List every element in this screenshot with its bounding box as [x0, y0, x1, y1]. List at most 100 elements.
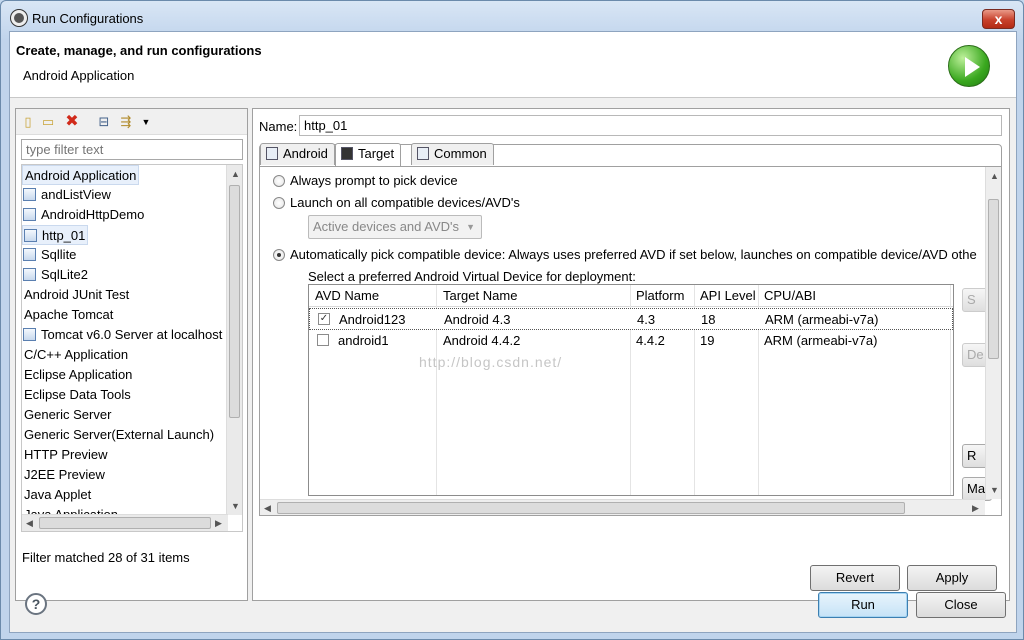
chevron-down-icon[interactable]: ▼ — [138, 114, 154, 130]
android-config-icon — [23, 188, 36, 201]
filter-config-icon[interactable]: ⇶ — [118, 114, 134, 130]
radio-launch-all[interactable] — [273, 197, 285, 209]
tab-horizontal-scrollbar[interactable]: ◀ ▶ — [260, 499, 985, 515]
cell-name: android1 — [338, 333, 389, 348]
help-icon[interactable]: ? — [25, 593, 47, 615]
name-input[interactable]: http_01 — [299, 115, 1002, 136]
scroll-up-icon[interactable]: ▲ — [990, 171, 999, 181]
title-bar: Run Configurations x — [1, 1, 1023, 31]
filter-input[interactable] — [21, 139, 243, 160]
android-config-icon — [23, 248, 36, 261]
run-configurations-window: Run Configurations x Create, manage, and… — [0, 0, 1024, 640]
tree-item[interactable]: Eclipse Application — [22, 365, 132, 385]
tree-item[interactable]: andListView — [22, 185, 111, 205]
target-tab-content: Always prompt to pick device Launch on a… — [260, 166, 1001, 515]
android-config-icon — [23, 328, 36, 341]
tree-item-label: Generic Server(External Launch) — [24, 427, 215, 442]
table-row[interactable]: ✓ Android123 Android 4.3 4.3 18 ARM (armeabi-… — [309, 308, 953, 330]
dialog-client: Create, manage, and run configurations A… — [9, 31, 1017, 633]
tree-item-label: Apache Tomcat — [24, 307, 114, 322]
tree-vscroll-thumb[interactable] — [229, 185, 240, 418]
collapse-all-icon[interactable]: ⊟ — [96, 114, 112, 130]
tree-item[interactable]: C/C++ Application — [22, 345, 128, 365]
avd-checkbox[interactable] — [317, 334, 329, 346]
scroll-left-icon[interactable]: ◀ — [26, 518, 33, 529]
tree-item[interactable]: Tomcat v6.0 Server at localhost — [22, 325, 222, 345]
chevron-down-icon: ▼ — [466, 222, 475, 232]
table-row[interactable]: android1 Android 4.4.2 4.4.2 19 ARM (armeabi… — [309, 330, 953, 352]
scroll-down-icon[interactable]: ▼ — [990, 485, 999, 495]
tree-item[interactable]: J2EE Preview — [22, 465, 105, 485]
tree-item[interactable]: Android JUnit Test — [22, 285, 129, 305]
devices-combo: Active devices and AVD's ▼ — [308, 215, 482, 239]
tree-item-label: Sqllite — [41, 247, 77, 262]
tab-hscroll-thumb[interactable] — [277, 502, 905, 514]
scroll-up-icon[interactable]: ▲ — [231, 169, 240, 179]
col-api-level[interactable]: API Level — [700, 288, 756, 303]
tab-target-label: Target — [358, 146, 395, 161]
tree-item-label: HTTP Preview — [24, 447, 108, 462]
tab-common[interactable]: Common — [411, 143, 494, 165]
devices-combo-value: Active devices and AVD's — [313, 219, 460, 234]
col-platform[interactable]: Platform — [636, 288, 684, 303]
tree-item-label: Android Application — [25, 168, 137, 183]
run-button[interactable]: Run — [818, 592, 908, 618]
configuration-tree: Android Application andListView AndroidHtt… — [21, 164, 243, 532]
cell-target: Android 4.3 — [444, 312, 511, 327]
tree-item[interactable]: AndroidHttpDemo — [22, 205, 144, 225]
android-config-icon — [23, 268, 36, 281]
run-icon — [948, 45, 990, 87]
scroll-right-icon[interactable]: ▶ — [972, 503, 979, 514]
tree-item-label: Generic Server — [24, 407, 112, 422]
tree-item[interactable]: SqlLite2 — [22, 265, 88, 285]
scroll-right-icon[interactable]: ▶ — [215, 518, 222, 529]
tree-item[interactable]: Apache Tomcat — [22, 305, 113, 325]
delete-config-icon[interactable]: ✖ — [64, 114, 80, 130]
tree-item[interactable]: Java Applet — [22, 485, 91, 505]
tab-android[interactable]: Android — [260, 143, 335, 165]
dialog-title: Create, manage, and run configurations — [16, 43, 262, 58]
tree-item[interactable]: Android Application — [22, 165, 140, 185]
duplicate-config-icon[interactable]: ▭ — [40, 114, 56, 130]
revert-button[interactable]: Revert — [810, 565, 900, 591]
radio-auto-pick[interactable] — [273, 249, 285, 261]
window-close-button[interactable]: x — [982, 9, 1015, 29]
tree-horizontal-scrollbar[interactable]: ◀ ▶ — [22, 514, 228, 531]
scroll-left-icon[interactable]: ◀ — [264, 503, 271, 514]
col-cpu-abi[interactable]: CPU/ABI — [764, 288, 816, 303]
tree-item[interactable]: Generic Server — [22, 405, 111, 425]
configuration-list-panel: ▯ ▭ ✖ ⊟ ⇶ ▼ Android Application andListVi… — [15, 108, 248, 601]
tab-target[interactable]: Target — [335, 143, 402, 166]
filter-status: Filter matched 28 of 31 items — [22, 550, 190, 565]
tree-hscroll-thumb[interactable] — [39, 517, 211, 529]
cell-cpu: ARM (armeabi-v7a) — [765, 312, 879, 327]
cell-platform: 4.4.2 — [636, 333, 665, 348]
col-avd-name[interactable]: AVD Name — [315, 288, 379, 303]
configuration-editor-panel: Name: http_01 Android Target Common Alwa… — [252, 108, 1010, 601]
scroll-down-icon[interactable]: ▼ — [231, 501, 240, 511]
apply-button[interactable]: Apply — [907, 565, 997, 591]
tree-vertical-scrollbar[interactable]: ▲ ▼ — [226, 165, 242, 515]
tab-vertical-scrollbar[interactable]: ▲ ▼ — [985, 167, 1001, 499]
cell-api: 18 — [701, 312, 716, 327]
android-config-icon — [24, 229, 37, 242]
radio-always-prompt[interactable] — [273, 175, 285, 187]
avd-checkbox[interactable]: ✓ — [318, 313, 330, 325]
cell-api: 19 — [700, 333, 715, 348]
tree-item[interactable]: http_01 — [22, 225, 89, 245]
tree-item[interactable]: HTTP Preview — [22, 445, 108, 465]
tree-item[interactable]: Generic Server(External Launch) — [22, 425, 214, 445]
cell-target: Android 4.4.2 — [443, 333, 521, 348]
watermark-text: http://blog.csdn.net/ — [419, 354, 563, 370]
radio-auto-pick-label: Automatically pick compatible device: Al… — [290, 247, 977, 262]
new-config-icon[interactable]: ▯ — [20, 114, 36, 130]
tab-vscroll-thumb[interactable] — [988, 199, 999, 359]
col-target-name[interactable]: Target Name — [443, 288, 517, 303]
tree-item-label: Java Applet — [24, 487, 92, 502]
tree-item[interactable]: Eclipse Data Tools — [22, 385, 131, 405]
close-button[interactable]: Close — [916, 592, 1006, 618]
eclipse-icon — [11, 10, 27, 26]
tab-android-label: Android — [283, 146, 328, 161]
tree-item[interactable]: Sqllite — [22, 245, 76, 265]
android-config-icon — [23, 208, 36, 221]
